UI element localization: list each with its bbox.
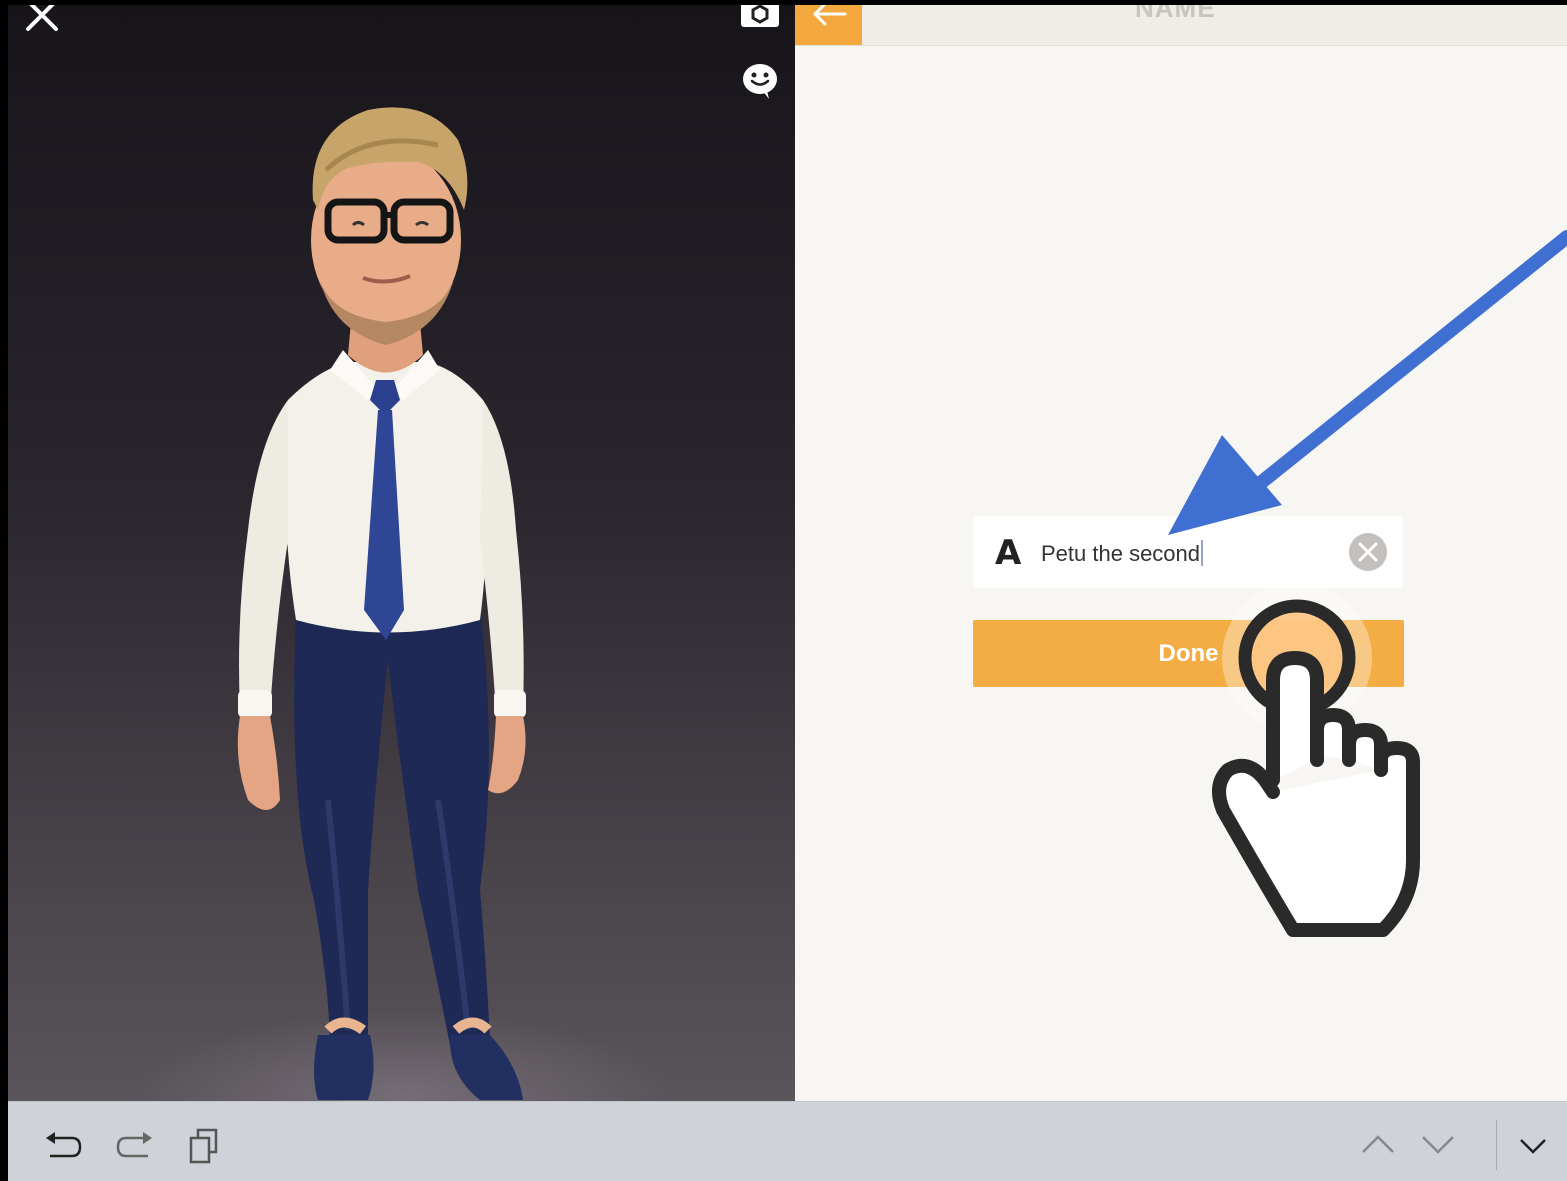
- name-input-value[interactable]: Petu the second: [1041, 540, 1203, 567]
- redo-icon[interactable]: [114, 1128, 154, 1162]
- close-icon[interactable]: [22, 5, 62, 35]
- toolbar-divider: [1496, 1120, 1497, 1170]
- name-input-field[interactable]: A Petu the second: [973, 516, 1403, 588]
- done-button-label: Done: [1158, 639, 1219, 667]
- avatar-character: [237, 107, 526, 1100]
- done-button[interactable]: Done: [973, 620, 1404, 687]
- name-editor-panel: NAME A Petu the second Done: [795, 5, 1567, 1101]
- font-a-icon: A: [995, 533, 1022, 573]
- dismiss-keyboard-icon[interactable]: [1518, 1136, 1548, 1156]
- clear-icon[interactable]: [1349, 533, 1387, 571]
- chevron-down-icon[interactable]: [1420, 1132, 1456, 1156]
- bottom-toolbar: [8, 1101, 1567, 1181]
- emoji-chat-icon[interactable]: [741, 61, 779, 101]
- back-arrow-icon: [813, 5, 847, 26]
- undo-icon[interactable]: [44, 1128, 84, 1162]
- app-window: NAME A Petu the second Done: [8, 5, 1567, 1181]
- page-title: NAME: [1135, 5, 1216, 23]
- camera-icon[interactable]: [740, 5, 780, 29]
- back-button[interactable]: [795, 5, 862, 45]
- chevron-up-icon[interactable]: [1360, 1132, 1396, 1156]
- header-bar: NAME: [795, 5, 1567, 46]
- clipboard-icon[interactable]: [188, 1128, 222, 1164]
- avatar-preview-panel: [8, 5, 795, 1101]
